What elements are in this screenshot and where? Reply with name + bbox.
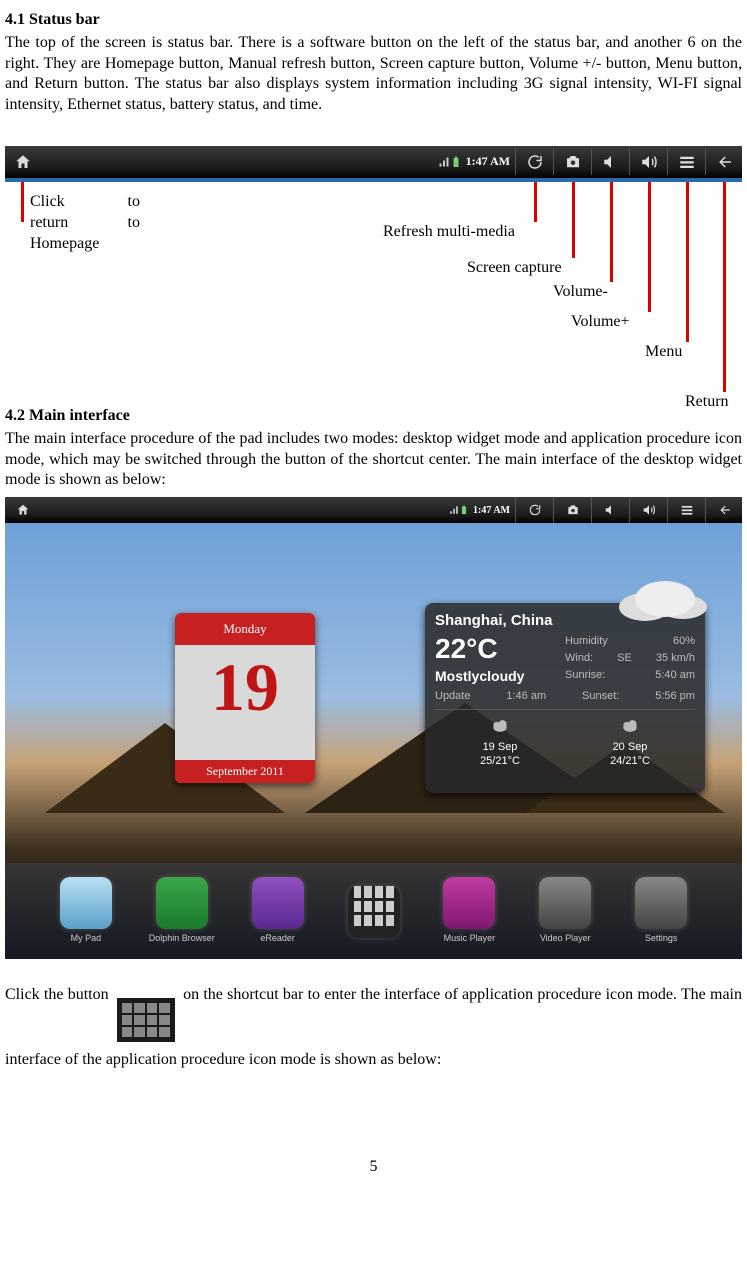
forecast-2: 20 Sep 24/21°C bbox=[610, 716, 650, 769]
callout-line bbox=[572, 182, 575, 258]
callout-line bbox=[21, 182, 24, 222]
calendar-weekday: Monday bbox=[175, 613, 315, 645]
dock-icon bbox=[443, 877, 495, 929]
forecast-1: 19 Sep 25/21°C bbox=[480, 716, 520, 769]
callout-line bbox=[686, 182, 689, 342]
signal-icon bbox=[449, 497, 459, 523]
callout-line bbox=[610, 182, 613, 282]
dock-item-4[interactable]: Music Player bbox=[434, 877, 504, 945]
callout-home: Clickto returnto Homepage bbox=[30, 192, 140, 254]
body-41: The top of the screen is status bar. The… bbox=[5, 33, 742, 116]
callout-volminus: Volume- bbox=[553, 282, 608, 303]
body-42b: Click the button on the shortcut bar to … bbox=[5, 977, 742, 1077]
status-bar: 1:47 AM bbox=[5, 146, 742, 182]
dock-icon bbox=[156, 877, 208, 929]
battery-icon bbox=[450, 146, 462, 178]
dock-icon bbox=[60, 877, 112, 929]
camera-icon[interactable] bbox=[555, 497, 590, 523]
dock-item-5[interactable]: Video Player bbox=[530, 877, 600, 945]
battery-icon bbox=[459, 497, 469, 523]
dock-item-3[interactable] bbox=[339, 880, 409, 942]
status-time: 1:47 AM bbox=[462, 154, 514, 170]
callout-menu: Menu bbox=[645, 342, 682, 363]
callout-return: Return bbox=[685, 392, 729, 413]
status-time: 1:47 AM bbox=[469, 504, 514, 517]
refresh-icon[interactable] bbox=[517, 497, 552, 523]
section-heading-41: 4.1 Status bar bbox=[5, 10, 742, 31]
weather-widget[interactable]: Shanghai, China 22°C Mostlycloudy Humidi… bbox=[425, 603, 705, 793]
dock-label: Music Player bbox=[434, 933, 504, 945]
camera-icon[interactable] bbox=[555, 146, 590, 178]
page-number: 5 bbox=[5, 1157, 742, 1178]
section-heading-42: 4.2 Main interface bbox=[5, 406, 742, 427]
statusbar-figure: 1:47 AM Clickto returnto bbox=[5, 146, 742, 406]
dock-item-2[interactable]: eReader bbox=[243, 877, 313, 945]
dock-icon bbox=[252, 877, 304, 929]
callout-volplus: Volume+ bbox=[571, 312, 630, 333]
callout-refresh: Refresh multi-media bbox=[383, 222, 515, 243]
dock-item-6[interactable]: Settings bbox=[626, 877, 696, 945]
volume-minus-icon[interactable] bbox=[593, 497, 628, 523]
callout-line bbox=[723, 182, 726, 392]
calendar-day: 19 bbox=[175, 653, 315, 721]
volume-plus-icon[interactable] bbox=[631, 497, 666, 523]
menu-icon[interactable] bbox=[669, 497, 704, 523]
return-icon[interactable] bbox=[707, 146, 742, 178]
home-icon[interactable] bbox=[5, 146, 40, 178]
body-42a: The main interface procedure of the pad … bbox=[5, 429, 742, 491]
desktop-figure: 1:47 AM Monday 19 September 2011 Shangha… bbox=[5, 497, 742, 959]
callout-line bbox=[534, 182, 537, 222]
dock: My Pad Dolphin Browser eReader Music Player… bbox=[5, 863, 742, 959]
app-grid-icon bbox=[348, 886, 400, 938]
refresh-icon[interactable] bbox=[517, 146, 552, 178]
dock-label: eReader bbox=[243, 933, 313, 945]
dock-label: Settings bbox=[626, 933, 696, 945]
volume-minus-icon[interactable] bbox=[593, 146, 628, 178]
cloud-icon bbox=[635, 581, 695, 617]
figure-status-bar: 1:47 AM bbox=[5, 497, 742, 523]
dock-icon bbox=[635, 877, 687, 929]
app-grid-button-inline[interactable] bbox=[117, 998, 175, 1042]
return-icon[interactable] bbox=[707, 497, 742, 523]
calendar-month: September 2011 bbox=[175, 760, 315, 784]
weather-temp: 22°C bbox=[435, 631, 565, 667]
volume-plus-icon[interactable] bbox=[631, 146, 666, 178]
dock-item-1[interactable]: Dolphin Browser bbox=[147, 877, 217, 945]
weather-cond: Mostlycloudy bbox=[435, 667, 565, 685]
signal-icon bbox=[438, 146, 450, 178]
calendar-widget[interactable]: Monday 19 September 2011 bbox=[175, 613, 315, 783]
menu-icon[interactable] bbox=[669, 146, 704, 178]
callout-screencap: Screen capture bbox=[467, 258, 562, 279]
home-icon[interactable] bbox=[5, 497, 40, 523]
dock-label: My Pad bbox=[51, 933, 121, 945]
wallpaper: Monday 19 September 2011 Shanghai, China… bbox=[5, 523, 742, 959]
callout-line bbox=[648, 182, 651, 312]
dock-item-0[interactable]: My Pad bbox=[51, 877, 121, 945]
dock-label: Video Player bbox=[530, 933, 600, 945]
dock-label: Dolphin Browser bbox=[147, 933, 217, 945]
dock-icon bbox=[539, 877, 591, 929]
